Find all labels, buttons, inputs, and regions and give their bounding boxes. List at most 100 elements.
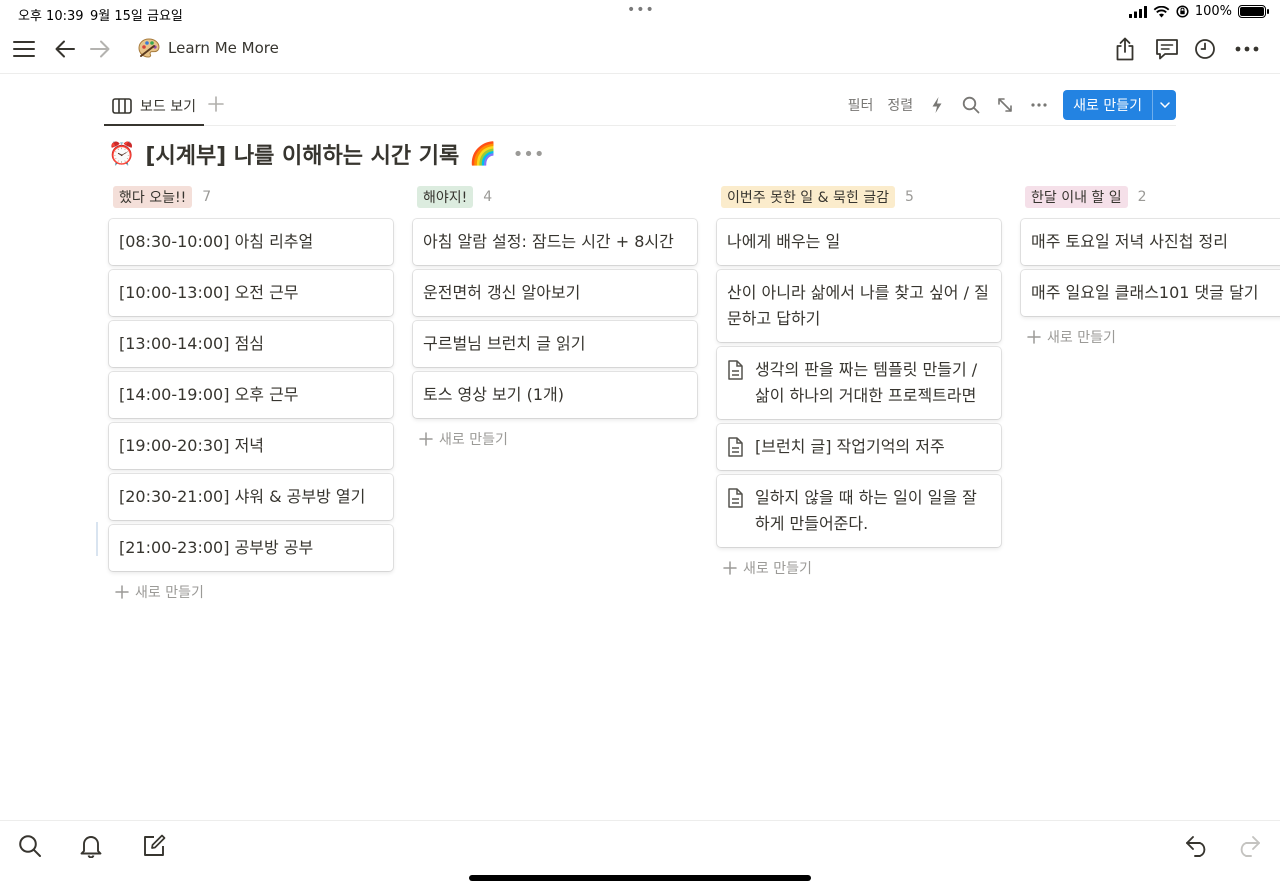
plus-icon — [723, 561, 737, 575]
search-icon[interactable] — [961, 95, 981, 115]
status-right: 100% — [1128, 4, 1269, 19]
view-more-icon[interactable] — [1029, 95, 1049, 115]
column-count: 4 — [483, 189, 493, 205]
board-card[interactable]: [13:00-14:00] 점심 — [109, 321, 393, 367]
page-title: ⏰ [시계부] 나를 이해하는 시간 기록 🌈 ••• — [108, 138, 545, 170]
board-card[interactable]: 생각의 판을 짜는 템플릿 만들기 / 삶이 하나의 거대한 프로젝트라면 — [717, 347, 1001, 419]
add-card-button[interactable]: 새로 만들기 — [1021, 321, 1280, 353]
rainbow-icon: 🌈 — [469, 141, 497, 167]
card-title: [13:00-14:00] 점심 — [119, 334, 265, 353]
lightning-icon[interactable] — [927, 95, 947, 115]
clock-icon[interactable] — [1192, 36, 1218, 62]
card-title: [브런치 글] 작업기억의 저주 — [755, 437, 945, 456]
board-card[interactable]: 아침 알람 설정: 잠드는 시간 + 8시간 — [413, 219, 697, 265]
board-card[interactable]: [14:00-19:00] 오후 근무 — [109, 372, 393, 418]
plus-icon — [115, 585, 129, 599]
palette-icon — [138, 38, 160, 58]
signal-icon — [1128, 5, 1147, 18]
new-button-label[interactable]: 새로 만들기 — [1063, 90, 1152, 120]
board-card[interactable]: 구르벌님 브런치 글 읽기 — [413, 321, 697, 367]
add-card-button[interactable]: 새로 만들기 — [109, 576, 393, 608]
board-card[interactable]: 매주 일요일 클래스101 댓글 달기 — [1021, 270, 1280, 316]
board-card[interactable]: [19:00-20:30] 저녁 — [109, 423, 393, 469]
undo-icon[interactable] — [1184, 833, 1210, 859]
home-indicator[interactable] — [469, 875, 811, 881]
board-card[interactable]: 운전면허 갱신 알아보기 — [413, 270, 697, 316]
board-card[interactable]: [10:00-13:00] 오전 근무 — [109, 270, 393, 316]
top-nav-bar: Learn Me More — [0, 26, 1280, 74]
board-column: 한달 이내 할 일 2 매주 토요일 저녁 사진첩 정리매주 일요일 클래스101 … — [1021, 184, 1280, 353]
status-time: 오후 10:39 — [18, 9, 84, 24]
search-icon[interactable] — [17, 833, 43, 859]
drag-handle[interactable] — [96, 522, 98, 556]
alarm-clock-icon: ⏰ — [108, 141, 136, 167]
board-column: 해야지! 4 아침 알람 설정: 잠드는 시간 + 8시간운전면허 갱신 알아보기구… — [413, 184, 697, 455]
page-breadcrumb[interactable]: Learn Me More — [138, 38, 279, 58]
multitasking-dots-icon[interactable]: ••• — [627, 2, 655, 18]
column-header[interactable]: 한달 이내 할 일 2 — [1021, 184, 1280, 210]
column-count: 2 — [1137, 189, 1147, 205]
column-header[interactable]: 했다 오늘!! 7 — [109, 184, 393, 210]
status-tag: 했다 오늘!! — [113, 186, 193, 208]
board-card[interactable]: 토스 영상 보기 (1개) — [413, 372, 697, 418]
card-title: [20:30-21:00] 샤워 & 공부방 열기 — [119, 487, 366, 506]
status-date: 9월 15일 금요일 — [90, 9, 183, 24]
card-title: 운전면허 갱신 알아보기 — [423, 283, 581, 302]
card-title: 생각의 판을 짜는 템플릿 만들기 / 삶이 하나의 거대한 프로젝트라면 — [755, 360, 978, 405]
add-card-label: 새로 만들기 — [1047, 330, 1116, 346]
card-title: 매주 토요일 저녁 사진첩 정리 — [1031, 232, 1228, 251]
add-card-label: 새로 만들기 — [135, 585, 204, 601]
new-button[interactable]: 새로 만들기 — [1063, 90, 1176, 120]
sort-button[interactable]: 정렬 — [887, 95, 913, 115]
document-icon — [727, 434, 747, 460]
share-icon[interactable] — [1112, 36, 1138, 62]
status-tag: 한달 이내 할 일 — [1025, 186, 1128, 208]
board-card[interactable]: 일하지 않을 때 하는 일이 일을 잘하게 만들어준다. — [717, 475, 1001, 547]
redo-icon[interactable] — [1236, 833, 1262, 859]
add-card-label: 새로 만들기 — [439, 432, 508, 448]
card-title: [19:00-20:30] 저녁 — [119, 436, 265, 455]
column-header[interactable]: 해야지! 4 — [413, 184, 697, 210]
menu-icon[interactable] — [11, 36, 37, 62]
board-card[interactable]: [08:30-10:00] 아침 리추얼 — [109, 219, 393, 265]
tab-board-view[interactable]: 보드 보기 — [104, 88, 204, 126]
more-icon[interactable] — [1234, 36, 1260, 62]
card-title: 산이 아니라 삶에서 나를 찾고 싶어 / 질문하고 답하기 — [727, 283, 989, 328]
tab-board-view-label: 보드 보기 — [140, 99, 196, 115]
board-card[interactable]: 매주 토요일 저녁 사진첩 정리 — [1021, 219, 1280, 265]
bell-icon[interactable] — [78, 833, 104, 859]
plus-icon — [1027, 330, 1041, 344]
board-card[interactable]: [브런치 글] 작업기억의 저주 — [717, 424, 1001, 470]
column-header[interactable]: 이번주 못한 일 & 묵힌 글감 5 — [717, 184, 1001, 210]
status-tag: 해야지! — [417, 186, 474, 208]
chevron-down-icon[interactable] — [1152, 90, 1176, 120]
board-column: 했다 오늘!! 7 [08:30-10:00] 아침 리추얼 [10:00-13:00… — [109, 184, 393, 608]
column-count: 5 — [904, 189, 914, 205]
title-more-icon[interactable]: ••• — [513, 144, 545, 165]
board-card[interactable]: [21:00-23:00] 공부방 공부 — [109, 525, 393, 571]
back-arrow-icon[interactable] — [52, 36, 78, 62]
board-card[interactable]: [20:30-21:00] 샤워 & 공부방 열기 — [109, 474, 393, 520]
view-tools: 필터 정렬 새로 만들기 — [848, 90, 1176, 120]
status-tag: 이번주 못한 일 & 묵힌 글감 — [721, 186, 895, 208]
card-title: [21:00-23:00] 공부방 공부 — [119, 538, 314, 557]
forward-arrow-icon[interactable] — [87, 36, 113, 62]
compose-icon[interactable] — [141, 833, 167, 859]
add-view-icon[interactable] — [208, 93, 224, 117]
card-title: 일하지 않을 때 하는 일이 일을 잘하게 만들어준다. — [755, 488, 977, 533]
battery-icon — [1238, 5, 1269, 18]
board-card[interactable]: 나에게 배우는 일 — [717, 219, 1001, 265]
battery-percent: 100% — [1194, 4, 1232, 19]
page-breadcrumb-label: Learn Me More — [168, 39, 279, 57]
add-card-button[interactable]: 새로 만들기 — [413, 423, 697, 455]
wifi-icon — [1153, 5, 1170, 17]
filter-button[interactable]: 필터 — [848, 95, 874, 115]
expand-icon[interactable] — [995, 95, 1015, 115]
add-card-button[interactable]: 새로 만들기 — [717, 552, 1001, 584]
board-card[interactable]: 산이 아니라 삶에서 나를 찾고 싶어 / 질문하고 답하기 — [717, 270, 1001, 342]
plus-icon — [419, 432, 433, 446]
comment-icon[interactable] — [1154, 36, 1180, 62]
add-card-label: 새로 만들기 — [743, 561, 812, 577]
card-title: [10:00-13:00] 오전 근무 — [119, 283, 299, 302]
card-title: 나에게 배우는 일 — [727, 232, 841, 251]
